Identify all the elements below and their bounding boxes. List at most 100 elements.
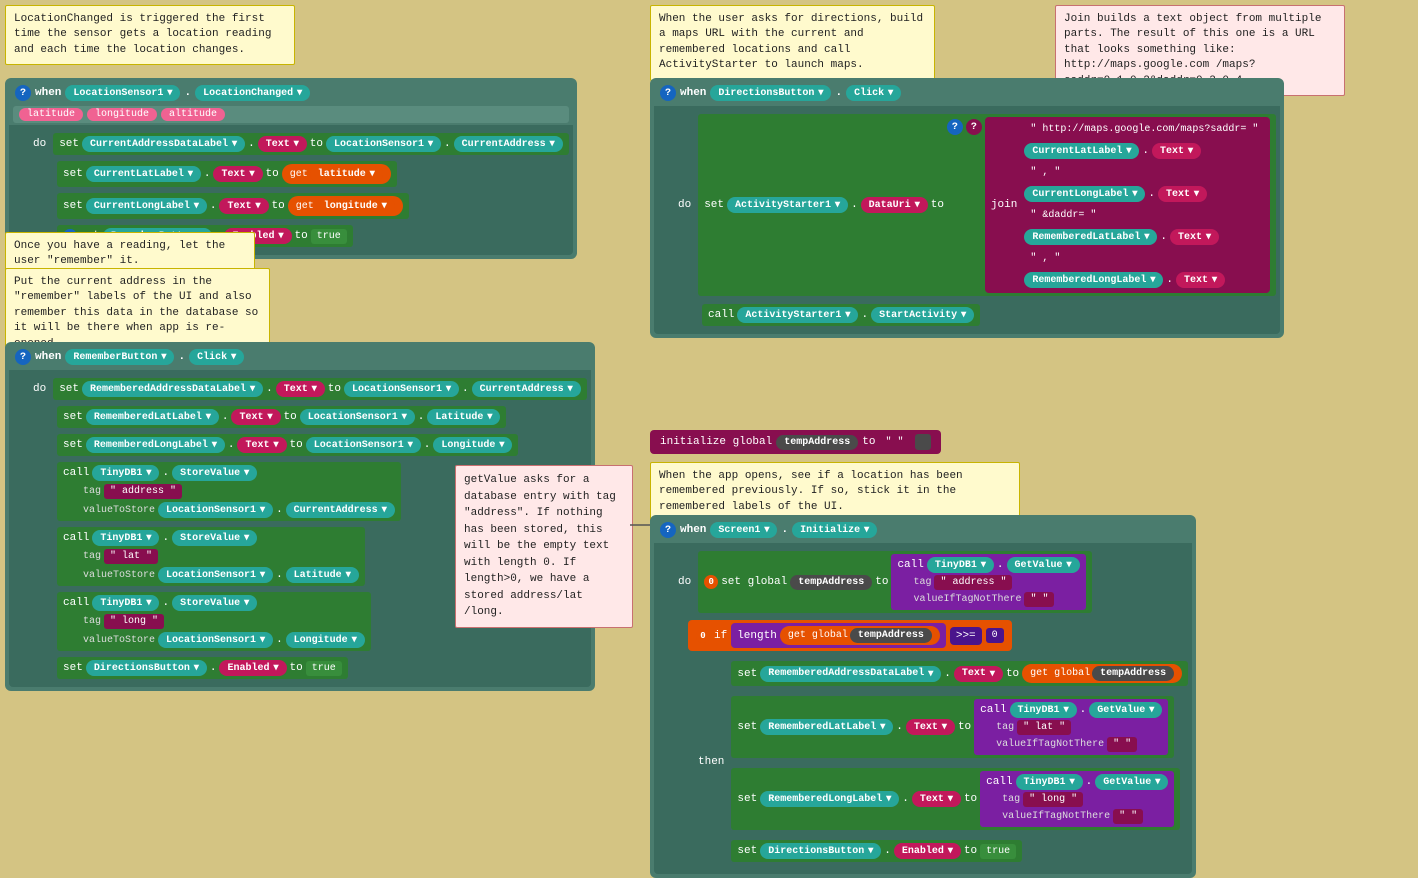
text-join-2[interactable]: Text	[1158, 186, 1207, 202]
cur-lat-join[interactable]: CurrentLatLabel	[1024, 143, 1139, 159]
getval-pill-lat[interactable]: GetValue	[1089, 702, 1162, 718]
address-tag: " address "	[104, 484, 182, 499]
get-latitude: get latitude	[282, 164, 391, 184]
rem-addr-label[interactable]: RememberedAddressDataLabel	[82, 381, 263, 397]
cur-addr-prop3[interactable]: CurrentAddress	[286, 502, 395, 518]
data-uri-prop[interactable]: DataUri	[861, 197, 928, 213]
latitude-var[interactable]: latitude	[310, 166, 383, 182]
rem-addr-label2[interactable]: RememberedAddressDataLabel	[760, 666, 941, 682]
dot-sep2: .	[178, 351, 185, 363]
latitude-prop[interactable]: Latitude	[427, 409, 500, 425]
activity-starter-2[interactable]: ActivityStarter1	[737, 307, 858, 323]
call-start-activity: call ActivityStarter1 . StartActivity	[702, 304, 980, 326]
cur-lat-label[interactable]: CurrentLatLabel	[86, 166, 201, 182]
current-addr-prop[interactable]: CurrentAddress	[454, 136, 563, 152]
set-block-5: set RememberedAddressDataLabel . Text to…	[53, 378, 586, 400]
click-event2[interactable]: Click	[846, 85, 901, 101]
rem-long-label2[interactable]: RememberedLongLabel	[760, 791, 899, 807]
store-val-pill-3[interactable]: StoreValue	[172, 595, 257, 611]
when-label2: when	[35, 351, 61, 363]
set-global-tempaddr: 0 set global tempAddress to call TinyDB1…	[698, 551, 1091, 613]
text-prop-8[interactable]: Text	[906, 719, 955, 735]
dot2: .	[444, 138, 451, 150]
set-block-6: set RememberedLatLabel . Text to Locatio…	[57, 406, 506, 428]
true-val2: true	[306, 661, 342, 676]
dir-btn-pill[interactable]: DirectionsButton	[86, 660, 207, 676]
text-prop-5[interactable]: Text	[231, 409, 280, 425]
param-latitude: latitude	[19, 108, 83, 121]
longitude-prop[interactable]: Longitude	[433, 437, 512, 453]
lat-tag: " lat "	[104, 549, 158, 564]
text-prop-9[interactable]: Text	[912, 791, 961, 807]
current-addr-label[interactable]: CurrentAddressDataLabel	[82, 136, 245, 152]
loc-sensor-5[interactable]: LocationSensor1	[158, 502, 273, 518]
rem-lat-join[interactable]: RememberedLatLabel	[1024, 229, 1157, 245]
do-label2: do	[33, 383, 46, 395]
rem-lat-label2[interactable]: RememberedLatLabel	[760, 719, 893, 735]
loc-sensor-7[interactable]: LocationSensor1	[158, 632, 273, 648]
tinydb1-pill[interactable]: TinyDB1	[92, 465, 159, 481]
tinydb-pill-lat[interactable]: TinyDB1	[1010, 702, 1077, 718]
enabled-prop3[interactable]: Enabled	[894, 843, 961, 859]
tinydb1-pill-3[interactable]: TinyDB1	[92, 595, 159, 611]
start-activity[interactable]: StartActivity	[871, 307, 974, 323]
dir-btn-when[interactable]: DirectionsButton	[710, 85, 831, 101]
loc-sensor-1[interactable]: LocationSensor1	[326, 136, 441, 152]
loc-sensor-3[interactable]: LocationSensor1	[300, 409, 415, 425]
zero-val: 0	[986, 628, 1004, 643]
long-tag2: " long "	[1023, 792, 1083, 807]
loc-sensor-6[interactable]: LocationSensor1	[158, 567, 273, 583]
set-rem-addr-2: set RememberedAddressDataLabel . Text to…	[731, 661, 1188, 686]
cur-long-label[interactable]: CurrentLongLabel	[86, 198, 207, 214]
text-prop-4[interactable]: Text	[276, 381, 325, 397]
store-val-pill-2[interactable]: StoreValue	[172, 530, 257, 546]
location-changed-pill[interactable]: LocationChanged	[195, 85, 310, 101]
text-join-4[interactable]: Text	[1176, 272, 1225, 288]
true-val: true	[311, 229, 347, 244]
set-activity-starter: set ActivityStarter1 . DataUri to ? ? jo…	[698, 114, 1276, 296]
cur-addr-prop2[interactable]: CurrentAddress	[472, 381, 581, 397]
text-prop-2[interactable]: Text	[213, 166, 262, 182]
location-sensor-pill[interactable]: LocationSensor1	[65, 85, 180, 101]
text-prop-1[interactable]: Text	[258, 136, 307, 152]
call-tinydb-2: call TinyDB1 . StoreValue tag " lat " va…	[57, 527, 365, 586]
text-prop-6[interactable]: Text	[237, 437, 286, 453]
comment-app-opens: When the app opens, see if a location ha…	[650, 462, 1020, 522]
text-join-1[interactable]: Text	[1152, 143, 1201, 159]
rem-lat-label[interactable]: RememberedLatLabel	[86, 409, 219, 425]
tinydb-pill-long[interactable]: TinyDB1	[1016, 774, 1083, 790]
loc-sensor-4[interactable]: LocationSensor1	[306, 437, 421, 453]
cur-long-join[interactable]: CurrentLongLabel	[1024, 186, 1145, 202]
text-join-3[interactable]: Text	[1170, 229, 1219, 245]
click-event[interactable]: Click	[189, 349, 244, 365]
tinydb1-pill-2[interactable]: TinyDB1	[92, 530, 159, 546]
loc-sensor-2[interactable]: LocationSensor1	[344, 381, 459, 397]
if-block: 0 if length get global tempAddress >>=	[688, 620, 1012, 651]
empty-str2: " "	[1024, 592, 1054, 607]
init-event[interactable]: Initialize	[792, 522, 877, 538]
tinydb-pill-sc[interactable]: TinyDB1	[927, 557, 994, 573]
enabled-prop2[interactable]: Enabled	[219, 660, 286, 676]
getval-pill-long[interactable]: GetValue	[1095, 774, 1168, 790]
screen1-pill[interactable]: Screen1	[710, 522, 777, 538]
remember-btn-pill[interactable]: RememberButton	[65, 349, 174, 365]
dir-btn-pill2[interactable]: DirectionsButton	[760, 843, 881, 859]
longitude-var[interactable]: longitude	[316, 198, 395, 214]
latitude-prop2[interactable]: Latitude	[286, 567, 359, 583]
to-kw2: to	[266, 168, 279, 180]
text-prop-3[interactable]: Text	[219, 198, 268, 214]
address-tag2: " address "	[934, 575, 1012, 590]
true-val3: true	[980, 844, 1016, 859]
set-dir-btn-2: set DirectionsButton . Enabled to true	[731, 840, 1022, 862]
text-prop-7[interactable]: Text	[954, 666, 1003, 682]
activity-starter-pill[interactable]: ActivityStarter1	[727, 197, 848, 213]
longitude-prop2[interactable]: Longitude	[286, 632, 365, 648]
rem-long-label[interactable]: RememberedLongLabel	[86, 437, 225, 453]
store-val-pill[interactable]: StoreValue	[172, 465, 257, 481]
rem-long-join[interactable]: RememberedLongLabel	[1024, 272, 1163, 288]
set-rem-long-2: set RememberedLongLabel . Text to call	[731, 768, 1180, 830]
getval-pill[interactable]: GetValue	[1007, 557, 1080, 573]
init-kw: initialize global	[660, 436, 772, 448]
set-kw: set	[59, 138, 79, 150]
set-block-2: set CurrentLatLabel . Text to get latitu…	[57, 161, 397, 187]
